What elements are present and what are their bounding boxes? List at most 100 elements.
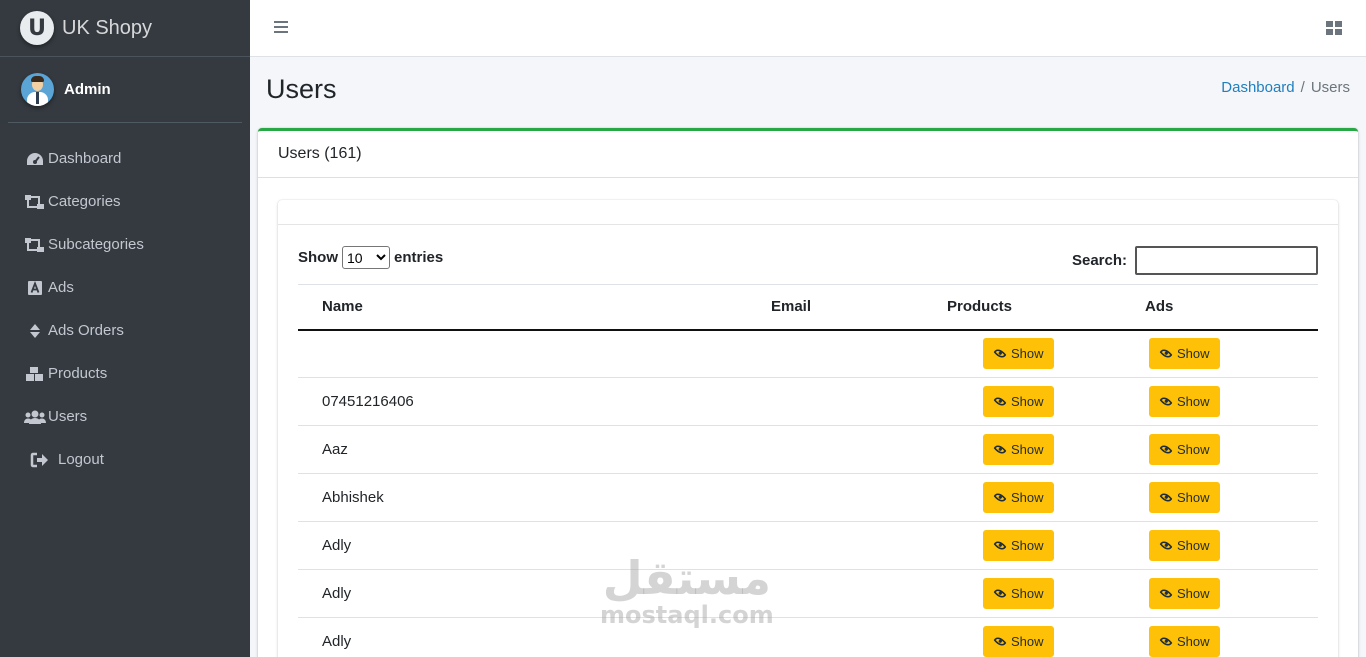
page-length-control: Show 10 entries [298, 246, 443, 269]
table-row: Adly Show Show [298, 521, 1318, 570]
sidebar-item-logout[interactable]: Logout [0, 438, 250, 481]
show-ads-button[interactable]: Show [1149, 482, 1220, 513]
breadcrumb-separator: / [1300, 79, 1305, 96]
sidebar-item-ads-orders[interactable]: Ads Orders [0, 309, 250, 352]
grid-icon[interactable] [1326, 21, 1342, 35]
cell-ads: Show [1083, 425, 1318, 474]
show-button-label: Show [1177, 634, 1210, 649]
avatar [21, 73, 54, 106]
show-products-button[interactable]: Show [983, 338, 1054, 370]
watermark-arabic: مستقل [602, 551, 771, 605]
show-products-button[interactable]: Show [983, 482, 1054, 513]
card-title: Users (161) [258, 131, 1358, 178]
table-card-header [278, 200, 1338, 225]
show-ads-button[interactable]: Show [1149, 338, 1220, 370]
show-ads-button[interactable]: Show [1149, 626, 1220, 657]
sidebar-item-label: Logout [58, 451, 104, 468]
ad-icon [24, 280, 46, 296]
show-button-label: Show [1177, 490, 1210, 505]
show-ads-button[interactable]: Show [1149, 386, 1220, 417]
cell-products: Show [887, 329, 1083, 378]
user-name[interactable]: Admin [64, 81, 111, 98]
show-button-label: Show [1011, 442, 1044, 457]
eye-icon [1159, 586, 1173, 601]
brand-link[interactable]: U UK Shopy [0, 0, 250, 57]
show-button-label: Show [1011, 634, 1044, 649]
sidebar-item-categories[interactable]: Categories [0, 180, 250, 223]
show-products-button[interactable]: Show [983, 626, 1054, 657]
search-label: Search: [1071, 252, 1127, 269]
cell-ads: Show [1083, 473, 1318, 522]
sidebar-item-label: Categories [48, 193, 121, 210]
cell-ads: Show [1083, 617, 1318, 657]
tachometer-icon [24, 151, 46, 167]
watermark: مستقل mostaql.com [600, 555, 774, 629]
cell-products: Show [887, 377, 1083, 426]
cell-ads: Show [1083, 329, 1318, 378]
column-header-products[interactable]: Products [887, 284, 1083, 331]
sidebar-item-products[interactable]: Products [0, 352, 250, 395]
sidebar-item-subcategories[interactable]: Subcategories [0, 223, 250, 266]
column-header-name[interactable]: Name [298, 284, 741, 331]
eye-icon [993, 538, 1007, 553]
eye-icon [1159, 490, 1173, 505]
table-row: Adly Show Show [298, 617, 1318, 657]
cell-ads: Show [1083, 521, 1318, 570]
show-products-button[interactable]: Show [983, 530, 1054, 561]
table-row: Show Show [298, 329, 1318, 378]
sidebar-item-ads[interactable]: Ads [0, 266, 250, 309]
entries-label: entries [394, 249, 444, 266]
cell-name [298, 329, 741, 378]
show-button-label: Show [1011, 394, 1044, 409]
brand-logo-letter: U [28, 15, 46, 41]
show-button-label: Show [1177, 538, 1210, 553]
sort-icon [24, 323, 46, 339]
eye-icon [993, 442, 1007, 457]
search-input[interactable] [1135, 246, 1318, 275]
search-control: Search: [1072, 246, 1318, 275]
show-button-label: Show [1011, 586, 1044, 601]
column-header-ads[interactable]: Ads [1083, 284, 1318, 331]
cell-products: Show [887, 425, 1083, 474]
sidebar: U UK Shopy Admin Dashboard Categories Su… [0, 0, 250, 657]
show-ads-button[interactable]: Show [1149, 578, 1220, 609]
cell-products: Show [887, 569, 1083, 618]
eye-icon [993, 634, 1007, 649]
table-row: Adly Show Show [298, 569, 1318, 618]
boxes-icon [24, 366, 46, 382]
column-header-email[interactable]: Email [741, 284, 887, 331]
users-icon [24, 409, 46, 425]
cell-email [741, 425, 887, 474]
sidebar-item-label: Ads [48, 279, 74, 296]
user-panel[interactable]: Admin [8, 57, 242, 123]
eye-icon [1159, 394, 1173, 409]
sidebar-item-label: Subcategories [48, 236, 144, 253]
eye-icon [993, 586, 1007, 601]
sidebar-item-users[interactable]: Users [0, 395, 250, 438]
table-row: 07451216406 Show Show [298, 377, 1318, 426]
menu-toggle-icon[interactable] [274, 21, 288, 36]
show-ads-button[interactable]: Show [1149, 530, 1220, 561]
sidebar-item-label: Ads Orders [48, 322, 124, 339]
show-ads-button[interactable]: Show [1149, 434, 1220, 465]
table-header-row: Name Email Products Ads [298, 284, 1318, 331]
cell-name: 07451216406 [298, 377, 741, 426]
cell-ads: Show [1083, 569, 1318, 618]
cell-email [741, 329, 887, 378]
users-table: Name Email Products Ads Show Show 074512… [298, 284, 1318, 657]
show-products-button[interactable]: Show [983, 578, 1054, 609]
breadcrumb-home-link[interactable]: Dashboard [1221, 79, 1294, 96]
watermark-latin: mostaql.com [600, 601, 774, 629]
table-row: Abhishek Show Show [298, 473, 1318, 522]
show-button-label: Show [1177, 442, 1210, 457]
sidebar-item-label: Dashboard [48, 150, 122, 167]
cell-ads: Show [1083, 377, 1318, 426]
page-length-select[interactable]: 10 [342, 246, 390, 269]
cell-products: Show [887, 617, 1083, 657]
show-products-button[interactable]: Show [983, 386, 1054, 417]
eye-icon [1159, 538, 1173, 553]
cell-email [741, 473, 887, 522]
sidebar-item-dashboard[interactable]: Dashboard [0, 137, 250, 180]
show-products-button[interactable]: Show [983, 434, 1054, 465]
cell-name: Abhishek [298, 473, 741, 522]
